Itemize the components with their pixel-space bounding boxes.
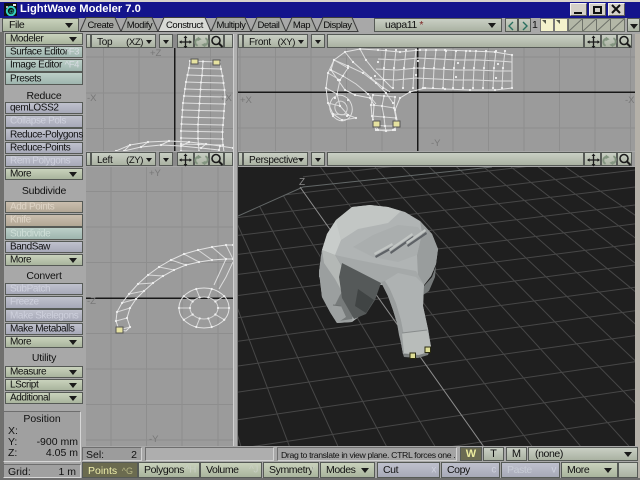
svg-text:Construct: Construct [166,20,204,31]
svg-text:Detail: Detail [258,20,280,31]
svg-text:-Z: -Z [87,296,96,307]
svg-text:+X: +X [220,93,233,104]
svg-text:-Y: -Y [431,138,441,149]
svg-text:-X: -X [625,95,635,106]
svg-text:Z: Z [299,177,305,188]
svg-text:Create: Create [87,20,113,31]
svg-text:Display: Display [323,20,352,31]
svg-text:Multiply: Multiply [216,20,246,31]
svg-text:+Y: +Y [149,168,162,179]
svg-text:-Y: -Y [149,434,159,445]
svg-text:+X: +X [240,95,253,106]
svg-text:Map: Map [293,20,310,31]
svg-text:-X: -X [87,93,97,104]
svg-text:+Z: +Z [150,48,162,59]
svg-text:Modify: Modify [127,20,153,31]
